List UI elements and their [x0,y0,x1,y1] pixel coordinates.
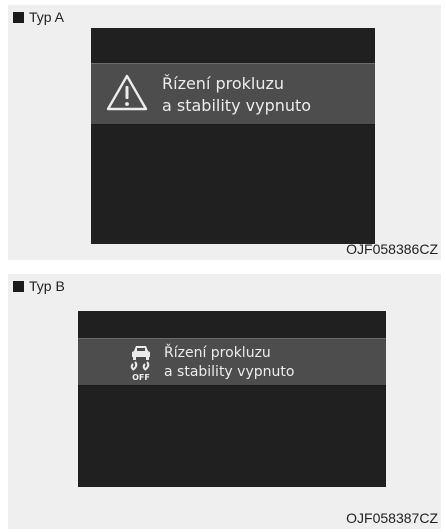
panel-type-a: Typ A Řízení prokluzu a stability vypnut… [8,5,441,260]
cluster-display-a: Řízení prokluzu a stability vypnuto [91,28,375,244]
warning-banner-a: Řízení prokluzu a stability vypnuto [91,63,375,125]
bullet-square-icon [13,281,24,292]
warning-banner-b: OFF Řízení prokluzu a stability vypnuto [78,338,386,386]
warning-message-b: Řízení prokluzu a stability vypnuto [164,344,294,382]
figure-code-b: OJF058387CZ [346,510,438,526]
warning-message-a: Řízení prokluzu a stability vypnuto [162,73,311,117]
message-a-line1: Řízení prokluzu [162,74,285,93]
esc-off-label: OFF [132,373,150,382]
esc-off-icon: OFF [130,346,150,382]
type-b-label: Typ B [29,278,65,294]
message-a-line2: a stability vypnuto [162,96,312,115]
type-a-heading: Typ A [13,9,64,25]
type-b-heading: Typ B [13,278,65,294]
message-b-line1: Řízení prokluzu [164,345,271,361]
panel-type-b: Typ B OFF Řízení prokluzu a stability vy… [8,274,441,529]
warning-triangle-icon [106,74,148,111]
type-a-label: Typ A [29,9,65,25]
bullet-square-icon [13,12,24,23]
message-b-line2: a stability vypnuto [164,364,295,380]
cluster-display-b: OFF Řízení prokluzu a stability vypnuto [78,311,386,487]
figure-code-a: OJF058386CZ [346,241,438,257]
